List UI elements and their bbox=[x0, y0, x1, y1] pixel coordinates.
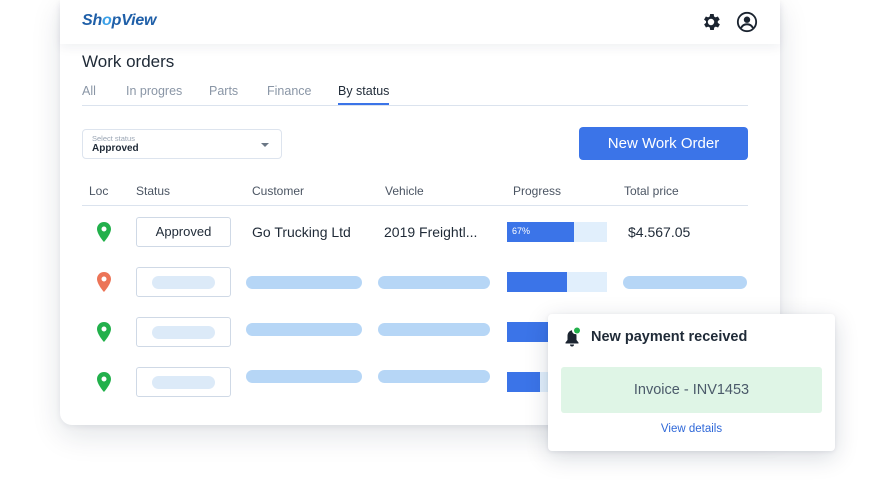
progress-bar-fill bbox=[507, 372, 540, 392]
progress-label: 67% bbox=[512, 226, 531, 236]
skeleton-bar bbox=[623, 276, 747, 289]
progress-bar: 67% bbox=[507, 222, 607, 242]
column-header-loc[interactable]: Loc bbox=[89, 184, 108, 198]
skeleton-bar bbox=[152, 326, 215, 339]
bell-icon bbox=[565, 327, 580, 347]
column-header-customer[interactable]: Customer bbox=[252, 184, 304, 198]
status-badge-placeholder[interactable] bbox=[136, 317, 231, 347]
tab-in-progress[interactable]: In progres bbox=[126, 84, 182, 105]
skeleton-bar bbox=[152, 376, 215, 389]
tab-by-status[interactable]: By status bbox=[338, 84, 390, 105]
column-header-total-price[interactable]: Total price bbox=[624, 184, 679, 198]
skeleton-bar bbox=[378, 323, 490, 336]
tab-finance[interactable]: Finance bbox=[267, 84, 311, 105]
tab-all[interactable]: All bbox=[82, 84, 96, 105]
table-header: Loc Status Customer Vehicle Progress Tot… bbox=[82, 184, 748, 206]
skeleton-bar bbox=[246, 276, 362, 289]
progress-bar bbox=[507, 272, 607, 292]
chevron-down-icon[interactable] bbox=[261, 143, 269, 147]
skeleton-bar bbox=[152, 276, 215, 289]
location-pin-icon bbox=[97, 322, 111, 342]
invoice-banner: Invoice - INV1453 bbox=[561, 367, 822, 413]
notification-title: New payment received bbox=[591, 329, 748, 345]
new-work-order-button[interactable]: New Work Order bbox=[579, 127, 748, 160]
status-select-value: Approved bbox=[92, 143, 139, 154]
location-pin-icon bbox=[97, 222, 111, 242]
gear-icon[interactable] bbox=[700, 11, 722, 33]
skeleton-bar bbox=[246, 370, 362, 383]
status-select[interactable]: Select status Approved bbox=[82, 129, 282, 159]
skeleton-bar bbox=[378, 276, 490, 289]
page-title: Work orders bbox=[82, 52, 175, 71]
payment-notification[interactable]: New payment received Invoice - INV1453 V… bbox=[548, 314, 835, 451]
location-pin-icon bbox=[97, 372, 111, 392]
column-header-status[interactable]: Status bbox=[136, 184, 170, 198]
column-header-vehicle[interactable]: Vehicle bbox=[385, 184, 424, 198]
vehicle-cell: 2019 Freightl... bbox=[384, 224, 478, 240]
status-select-label: Select status bbox=[92, 134, 135, 143]
app-logo[interactable]: ShopView bbox=[82, 12, 156, 30]
tab-bar: All In progres Parts Finance By status bbox=[82, 84, 748, 106]
customer-cell: Go Trucking Ltd bbox=[252, 224, 351, 240]
column-header-progress[interactable]: Progress bbox=[513, 184, 561, 198]
view-details-link[interactable]: View details bbox=[548, 423, 835, 435]
location-pin-icon bbox=[97, 272, 111, 292]
skeleton-bar bbox=[246, 323, 362, 336]
total-price-cell: $4.567.05 bbox=[628, 224, 691, 240]
status-badge-placeholder[interactable] bbox=[136, 267, 231, 297]
top-bar: ShopView bbox=[60, 0, 780, 44]
skeleton-bar bbox=[378, 370, 490, 383]
progress-bar-fill bbox=[507, 272, 567, 292]
tab-parts[interactable]: Parts bbox=[209, 84, 238, 105]
user-circle-icon[interactable] bbox=[736, 11, 758, 33]
status-badge-placeholder[interactable] bbox=[136, 367, 231, 397]
status-badge[interactable]: Approved bbox=[136, 217, 231, 247]
